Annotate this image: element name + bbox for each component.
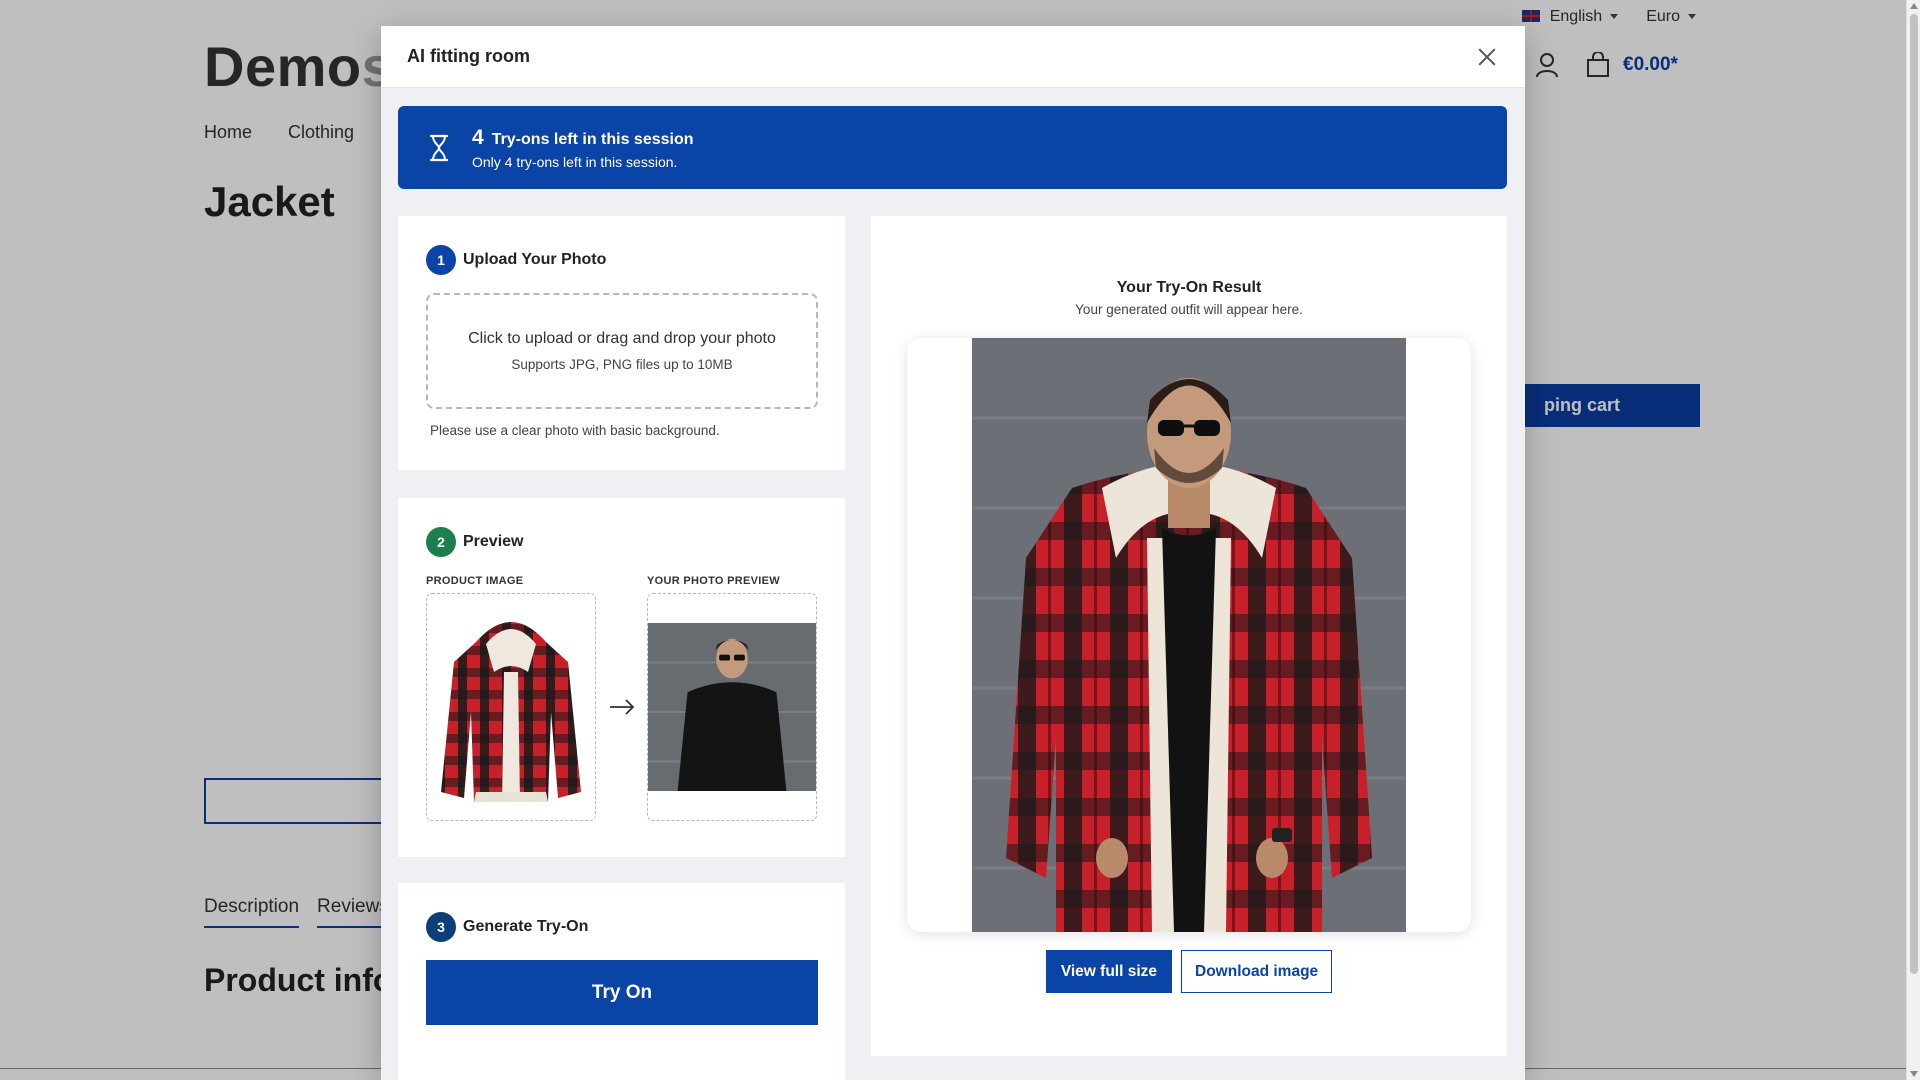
fitting-room-modal: AI fitting room 4 Try-ons left in this s… — [381, 26, 1525, 1080]
page-scrollbar[interactable] — [1906, 0, 1920, 1080]
modal-header: AI fitting room — [381, 26, 1525, 88]
scroll-up-icon[interactable] — [1910, 3, 1918, 9]
result-subtitle: Your generated outfit will appear here. — [1075, 302, 1303, 317]
view-full-size-button[interactable]: View full size — [1045, 950, 1173, 993]
banner-title: Try-ons left in this session — [491, 130, 694, 148]
photo-preview-label: YOUR PHOTO PREVIEW — [647, 575, 780, 587]
try-on-label: Try On — [591, 981, 653, 1003]
download-image-label: Download image — [1195, 962, 1319, 980]
download-image-button[interactable]: Download image — [1181, 950, 1333, 993]
dropzone-sub-text: Supports JPG, PNG files up to 10MB — [511, 357, 733, 372]
modal-title: AI fitting room — [407, 46, 530, 66]
close-icon[interactable] — [1475, 45, 1499, 69]
hourglass-icon — [429, 134, 449, 161]
step-number-2: 2 — [426, 527, 456, 557]
upload-card: 1 Upload Your Photo Click to upload or d… — [398, 216, 845, 470]
scrollbar-thumb[interactable] — [1910, 14, 1918, 974]
banner-subtitle: Only 4 try-ons left in this session. — [472, 153, 678, 170]
photo-upload-dropzone[interactable]: Click to upload or drag and drop your ph… — [426, 293, 818, 409]
product-jacket-image — [441, 622, 581, 802]
arrow-right-icon — [609, 699, 634, 715]
dropzone-main-text: Click to upload or drag and drop your ph… — [468, 330, 776, 347]
result-card: Your Try-On Result Your generated outfit… — [871, 216, 1507, 1056]
generate-card: 3 Generate Try-On Try On — [398, 883, 845, 1080]
upload-hint: Please use a clear photo with basic back… — [430, 423, 720, 438]
tryons-count: 4 — [472, 125, 484, 149]
view-full-size-label: View full size — [1060, 962, 1158, 980]
user-photo-preview — [648, 623, 816, 791]
preview-card: 2 Preview PRODUCT IMAGE YOUR PHOTO PREVI… — [398, 498, 845, 857]
scroll-down-icon[interactable] — [1910, 1071, 1918, 1077]
preview-title: Preview — [463, 533, 524, 550]
photo-preview-frame — [647, 593, 817, 821]
result-title: Your Try-On Result — [1116, 279, 1262, 296]
result-image-frame — [907, 338, 1471, 932]
step-number-1: 1 — [426, 245, 456, 275]
tryon-result-image[interactable] — [972, 338, 1406, 932]
step-number-3: 3 — [426, 912, 456, 942]
try-on-button[interactable]: Try On — [426, 960, 818, 1025]
session-banner: 4 Try-ons left in this session Only 4 tr… — [398, 106, 1507, 189]
product-image-frame — [426, 593, 596, 821]
generate-title: Generate Try-On — [463, 918, 589, 935]
upload-title: Upload Your Photo — [463, 251, 607, 268]
product-image-label: PRODUCT IMAGE — [426, 575, 524, 587]
